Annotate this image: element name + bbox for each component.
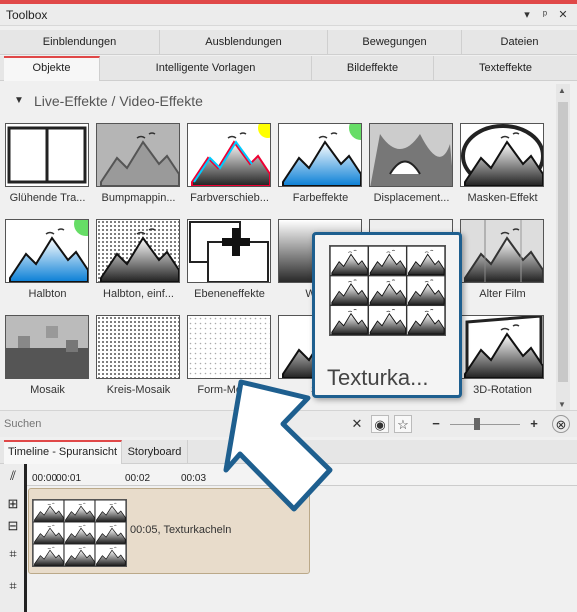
fit-icon[interactable]: ⌗ — [3, 546, 23, 564]
expand-icon[interactable]: ⌗ — [3, 578, 23, 596]
ruler-mark: 00:03 — [181, 473, 207, 484]
old-film-icon — [460, 219, 544, 283]
dropdown-icon[interactable]: ▾ — [520, 8, 534, 22]
scroll-down-icon[interactable]: ▼ — [558, 400, 566, 409]
tab-einblendungen[interactable]: Einblendungen — [0, 30, 160, 55]
effects-grid: Glühende Tra... Bumpmappin... Farbverschie… — [4, 120, 552, 410]
tab-ausblendungen[interactable]: Ausblendungen — [160, 30, 328, 55]
halftone-gray-icon — [96, 219, 180, 283]
remove-track-icon[interactable]: ⊟ — [3, 518, 23, 536]
collapse-triangle-icon[interactable]: ▼ — [14, 95, 24, 106]
title-bar: Toolbox ▾ ᵖ ✕ — [0, 4, 577, 26]
add-track-icon[interactable]: ⊞ — [3, 496, 23, 514]
effect-item[interactable]: Ebeneneffekte — [186, 216, 276, 309]
snap-tool-icon[interactable]: ⫽ — [3, 468, 23, 486]
effect-label: Halbton, einf... — [103, 288, 174, 300]
search-input[interactable] — [2, 414, 366, 434]
tab-row-2: Objekte Intelligente Vorlagen Bildeffekt… — [0, 56, 577, 81]
eye-icon[interactable]: ◉ — [371, 415, 389, 433]
effect-label: Kreis-Mosaik — [106, 384, 171, 396]
category-header[interactable]: ▼ Live-Effekte / Video-Effekte — [4, 90, 552, 114]
tab-bildeffekte[interactable]: Bildeffekte — [312, 56, 434, 81]
rotate-3d-icon — [460, 315, 544, 379]
favorite-star-icon[interactable]: ☆ — [394, 415, 412, 433]
color-effects-icon — [278, 123, 362, 187]
mosaic-icon — [5, 315, 89, 379]
circle-mosaic-icon — [96, 315, 180, 379]
effect-item[interactable]: Alter Film — [459, 216, 549, 309]
effect-item[interactable]: Farbverschieb... — [186, 120, 276, 213]
tab-storyboard[interactable]: Storyboard — [122, 440, 188, 464]
layer-plus-icon — [187, 219, 271, 283]
effect-item[interactable]: 3D-Rotation — [459, 312, 549, 405]
close-icon[interactable]: ✕ — [556, 8, 570, 22]
pin-icon[interactable]: ᵖ — [538, 8, 552, 22]
effect-item[interactable]: Masken-Effekt — [459, 120, 549, 213]
zoom-slider-track[interactable] — [450, 424, 520, 425]
scroll-thumb[interactable] — [558, 102, 568, 382]
color-shift-icon — [187, 123, 271, 187]
effect-label: Halbton — [28, 288, 67, 300]
tab-texteffekte[interactable]: Texteffekte — [434, 56, 577, 81]
effect-item[interactable]: Glühende Tra... — [4, 120, 94, 213]
effect-item[interactable]: Kreis-Mosaik — [95, 312, 185, 405]
playhead[interactable] — [24, 464, 27, 612]
tab-row-1: Einblendungen Ausblendungen Bewegungen D… — [0, 30, 577, 55]
clear-search-icon[interactable]: ✕ — [348, 415, 366, 433]
effect-item[interactable]: Mosaik — [4, 312, 94, 405]
effect-item[interactable]: Bumpmappin... — [95, 120, 185, 213]
tab-timeline[interactable]: Timeline - Spuransicht — [4, 440, 122, 464]
tab-bewegungen[interactable]: Bewegungen — [328, 30, 462, 55]
zoom-in-icon[interactable]: + — [525, 415, 543, 433]
displacement-icon — [369, 123, 453, 187]
popup-thumbnail — [329, 245, 446, 336]
tab-objekte[interactable]: Objekte — [4, 56, 100, 81]
effect-label: Masken-Effekt — [467, 192, 538, 204]
effect-label: Alter Film — [479, 288, 526, 300]
scroll-up-icon[interactable]: ▲ — [558, 86, 566, 95]
mask-ellipse-icon — [460, 123, 544, 187]
zoom-slider-knob[interactable] — [474, 418, 480, 430]
effect-item[interactable]: Displacement... — [368, 120, 458, 213]
split-frame-icon — [5, 123, 89, 187]
clip-thumbnail — [32, 499, 127, 567]
time-ruler[interactable]: 00:00 00:01 00:02 00:03 — [26, 464, 577, 486]
effect-label: 3D-Rotation — [473, 384, 532, 396]
zoom-reset-icon[interactable]: ⊗ — [552, 415, 570, 433]
effect-label: Farbeffekte — [292, 192, 349, 204]
shape-mosaic-icon — [187, 315, 271, 379]
effect-label: Displacement... — [373, 192, 450, 204]
halftone-color-icon — [5, 219, 89, 283]
effect-label: Ebeneneffekte — [194, 288, 265, 300]
ruler-mark: 00:00 — [32, 473, 58, 484]
texture-tiles-icon — [329, 245, 446, 336]
ruler-mark: 00:02 — [125, 473, 151, 484]
effect-item[interactable]: Form-Mosaik — [186, 312, 276, 405]
vertical-scrollbar[interactable]: ▲ ▼ — [556, 84, 570, 412]
ruler-mark: 00:01 — [56, 473, 82, 484]
tab-dateien[interactable]: Dateien — [462, 30, 577, 55]
effect-label: Farbverschieb... — [190, 192, 269, 204]
effect-item[interactable]: Halbton — [4, 216, 94, 309]
emboss-icon — [96, 123, 180, 187]
effect-item[interactable]: Halbton, einf... — [95, 216, 185, 309]
effect-label: Form-Mosaik — [197, 384, 262, 396]
effect-label: Glühende Tra... — [9, 192, 86, 204]
effect-label: Bumpmappin... — [101, 192, 176, 204]
texture-tiles-icon — [32, 499, 127, 567]
timeline-toolbar: ⫽ ⊞ ⊟ ⌗ ⌗ — [0, 464, 26, 612]
category-title: Live-Effekte / Video-Effekte — [34, 93, 203, 109]
zoom-out-icon[interactable]: − — [427, 415, 445, 433]
tab-intelligente-vorlagen[interactable]: Intelligente Vorlagen — [100, 56, 312, 81]
effect-label: Mosaik — [30, 384, 65, 396]
window-title: Toolbox — [6, 8, 48, 22]
effect-item[interactable]: Farbeffekte — [277, 120, 367, 213]
timeline-tabs: Timeline - Spuransicht Storyboard — [0, 440, 577, 464]
clip-label: 00:05, Texturkacheln — [130, 524, 232, 536]
search-bar: ✕ ◉ ☆ − + ⊗ — [0, 410, 577, 437]
popup-label: Texturka... — [327, 365, 429, 390]
drag-preview-popup: Texturka... — [312, 232, 462, 398]
